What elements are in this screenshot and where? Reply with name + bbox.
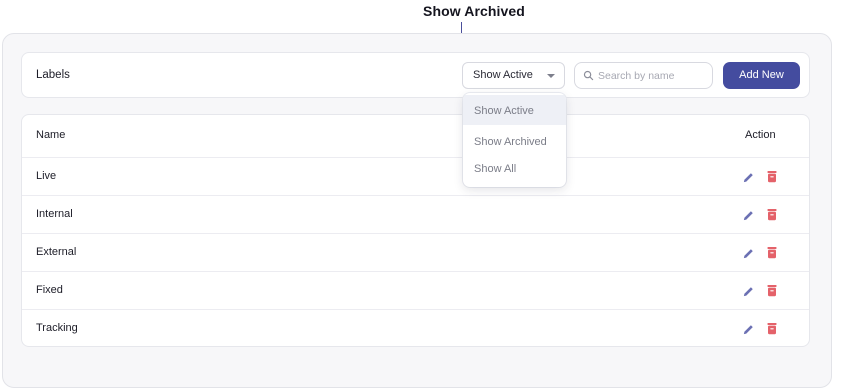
pencil-icon[interactable]	[742, 323, 755, 336]
search-icon	[583, 70, 594, 81]
trash-icon[interactable]	[766, 246, 778, 259]
label-name: External	[36, 246, 77, 258]
table-row: Live	[22, 158, 809, 196]
label-name: Live	[36, 170, 57, 182]
annotation-label: Show Archived	[423, 3, 525, 19]
trash-icon[interactable]	[766, 284, 778, 297]
dropdown-option-show-archived[interactable]: Show Archived	[463, 126, 566, 156]
page-title: Labels	[36, 69, 70, 81]
dropdown-option-show-all[interactable]: Show All	[463, 153, 566, 183]
status-filter-value: Show Active	[473, 69, 533, 81]
search-box[interactable]	[574, 62, 713, 89]
pencil-icon[interactable]	[742, 285, 755, 298]
table-row: Internal	[22, 196, 809, 234]
trash-icon[interactable]	[766, 208, 778, 221]
table-row: Tracking	[22, 310, 809, 346]
pencil-icon[interactable]	[742, 247, 755, 260]
pencil-icon[interactable]	[742, 209, 755, 222]
pencil-icon[interactable]	[742, 171, 755, 184]
label-name: Internal	[36, 208, 73, 220]
add-new-button[interactable]: Add New	[723, 62, 800, 89]
table-row: Fixed	[22, 272, 809, 310]
status-filter-select[interactable]: Show Active	[462, 62, 565, 89]
table-row: External	[22, 234, 809, 272]
table-header: Name Action	[22, 115, 809, 158]
labels-table: Name Action Live Internal External Fixed Tra…	[21, 114, 810, 347]
chevron-down-icon	[547, 74, 555, 78]
label-name: Tracking	[36, 322, 78, 334]
column-header-action: Action	[745, 129, 776, 141]
trash-icon[interactable]	[766, 322, 778, 335]
column-header-name: Name	[36, 129, 66, 141]
dropdown-option-show-active[interactable]: Show Active	[463, 95, 566, 125]
trash-icon[interactable]	[766, 170, 778, 183]
status-filter-dropdown: Show Active Show Archived Show All	[463, 93, 566, 187]
search-input[interactable]	[598, 67, 708, 85]
label-name: Fixed	[36, 284, 63, 296]
